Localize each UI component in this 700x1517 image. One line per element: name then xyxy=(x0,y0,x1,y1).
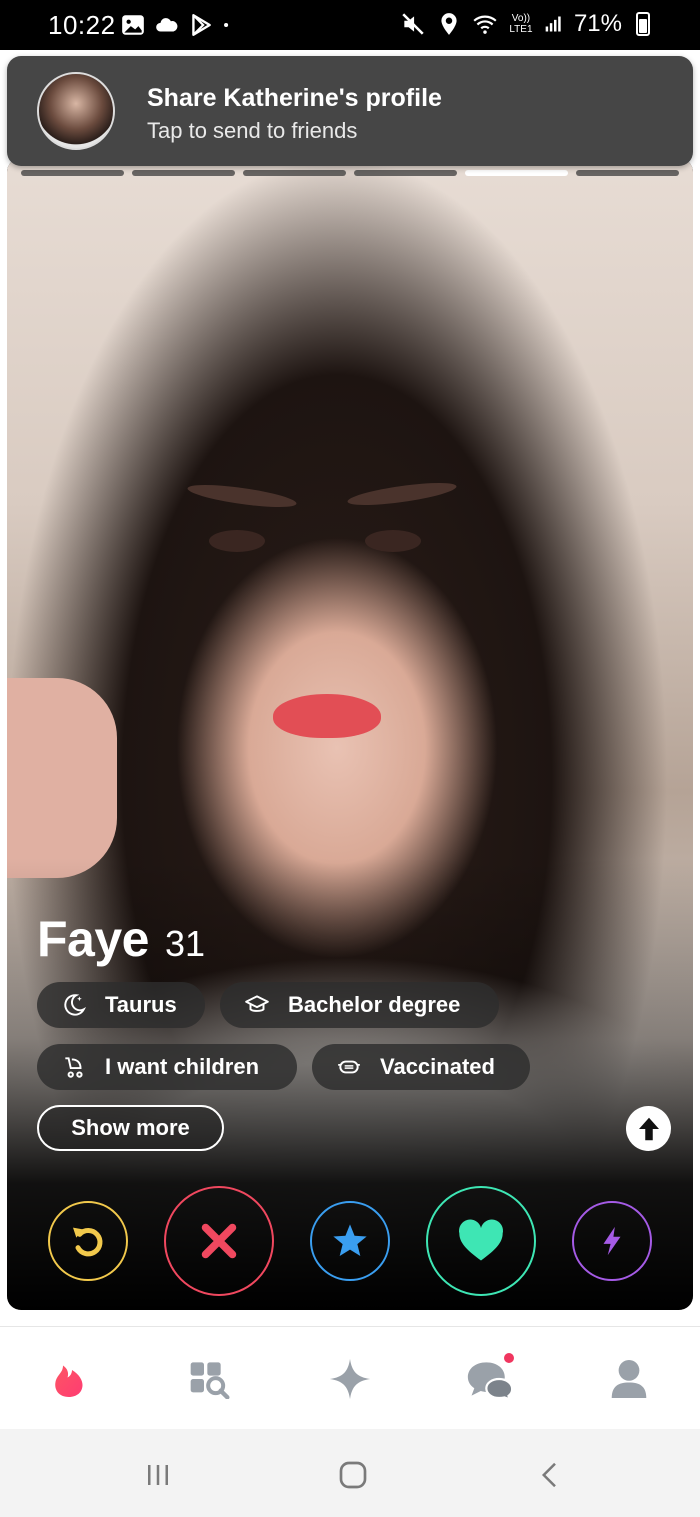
status-bar: 10:22 Vo)) LTE1 71% xyxy=(0,0,700,50)
recents-icon xyxy=(148,1465,168,1485)
share-profile-banner[interactable]: Share Katherine's profile Tap to send to… xyxy=(7,56,693,166)
home-icon xyxy=(339,1461,367,1489)
chip-vaccination-label: Vaccinated xyxy=(380,1054,495,1079)
boost-button[interactable] xyxy=(572,1201,652,1281)
avatar xyxy=(37,72,115,150)
home-button[interactable] xyxy=(333,1455,373,1495)
moon-icon xyxy=(64,994,87,1016)
chip-vaccination: Vaccinated xyxy=(312,1044,530,1090)
photo-segment[interactable] xyxy=(21,170,124,176)
rewind-button[interactable] xyxy=(48,1201,128,1281)
battery-icon xyxy=(636,12,650,36)
profile-icon xyxy=(611,1360,647,1398)
location-icon xyxy=(441,13,457,35)
chip-family-plans: I want children xyxy=(37,1044,297,1090)
nav-tab-messages[interactable] xyxy=(466,1351,516,1403)
chip-education: Bachelor degree xyxy=(220,982,499,1028)
signal-icon xyxy=(545,16,561,32)
show-more-button[interactable]: Show more xyxy=(37,1105,224,1151)
expand-profile-button[interactable] xyxy=(626,1106,671,1151)
graduation-cap-icon xyxy=(245,995,269,1012)
heart-icon xyxy=(459,1219,504,1261)
chip-zodiac: Taurus xyxy=(37,982,205,1028)
photo-brow-right xyxy=(346,478,458,510)
back-button[interactable] xyxy=(530,1455,570,1495)
battery-percent: 71% xyxy=(573,10,622,37)
nope-button[interactable] xyxy=(164,1186,274,1296)
like-button[interactable] xyxy=(426,1186,536,1296)
profile-age: 31 xyxy=(164,923,206,964)
photo-segment[interactable] xyxy=(354,170,457,176)
profile-name-row: Faye 31 xyxy=(37,910,205,968)
status-notification-icons xyxy=(120,12,236,38)
photo-eye-left xyxy=(209,530,265,552)
photo-segment[interactable] xyxy=(243,170,346,176)
nav-tab-explore[interactable] xyxy=(185,1355,233,1403)
chip-family-plans-label: I want children xyxy=(105,1054,260,1079)
chip-zodiac-label: Taurus xyxy=(105,992,177,1017)
photo-progress-bar xyxy=(21,170,679,178)
status-time: 10:22 xyxy=(48,10,116,40)
profile-card[interactable]: Faye 31 Taurus Bachelor degree I want ch… xyxy=(7,158,693,1310)
mask-icon xyxy=(338,1060,360,1074)
recents-button[interactable] xyxy=(138,1455,178,1495)
sparkle-icon xyxy=(329,1358,371,1400)
nav-tab-gold[interactable] xyxy=(326,1355,374,1403)
photo-segment[interactable] xyxy=(576,170,679,176)
play-store-icon xyxy=(192,14,211,36)
wifi-icon xyxy=(473,15,497,34)
share-banner-subtitle: Tap to send to friends xyxy=(147,118,358,143)
system-navigation-bar xyxy=(0,1429,700,1517)
photo-lips xyxy=(273,694,381,738)
status-system-icons: Vo)) LTE1 71% xyxy=(400,10,650,38)
star-icon xyxy=(333,1224,367,1257)
close-icon xyxy=(201,1223,237,1259)
photo-segment[interactable] xyxy=(132,170,235,176)
bottom-navigation xyxy=(0,1326,700,1429)
flame-icon xyxy=(55,1365,83,1397)
nav-tab-swipe[interactable] xyxy=(45,1355,93,1403)
rewind-icon xyxy=(73,1227,103,1257)
notification-dot xyxy=(502,1351,516,1365)
nav-tab-profile[interactable] xyxy=(605,1355,653,1403)
arrow-up-icon xyxy=(638,1117,659,1140)
back-icon xyxy=(541,1462,556,1488)
lte-label: Vo)) LTE1 xyxy=(509,13,533,35)
share-banner-title: Share Katherine's profile xyxy=(147,84,442,112)
dot-icon xyxy=(224,22,229,28)
photo-eye-right xyxy=(365,530,421,552)
gallery-icon xyxy=(122,15,144,35)
lightning-icon xyxy=(603,1226,621,1256)
super-like-button[interactable] xyxy=(310,1201,390,1281)
chip-education-label: Bachelor degree xyxy=(288,992,461,1017)
mute-icon xyxy=(402,13,424,35)
tinder-screen: 10:22 Vo)) LTE1 71% Faye 31 Taurus Bache… xyxy=(0,0,700,1517)
cloud-icon xyxy=(156,18,178,32)
stroller-icon xyxy=(65,1057,83,1078)
photo-segment-active[interactable] xyxy=(465,170,568,176)
profile-name: Faye xyxy=(37,911,149,967)
explore-icon xyxy=(190,1362,230,1399)
photo-brow-left xyxy=(186,480,298,512)
